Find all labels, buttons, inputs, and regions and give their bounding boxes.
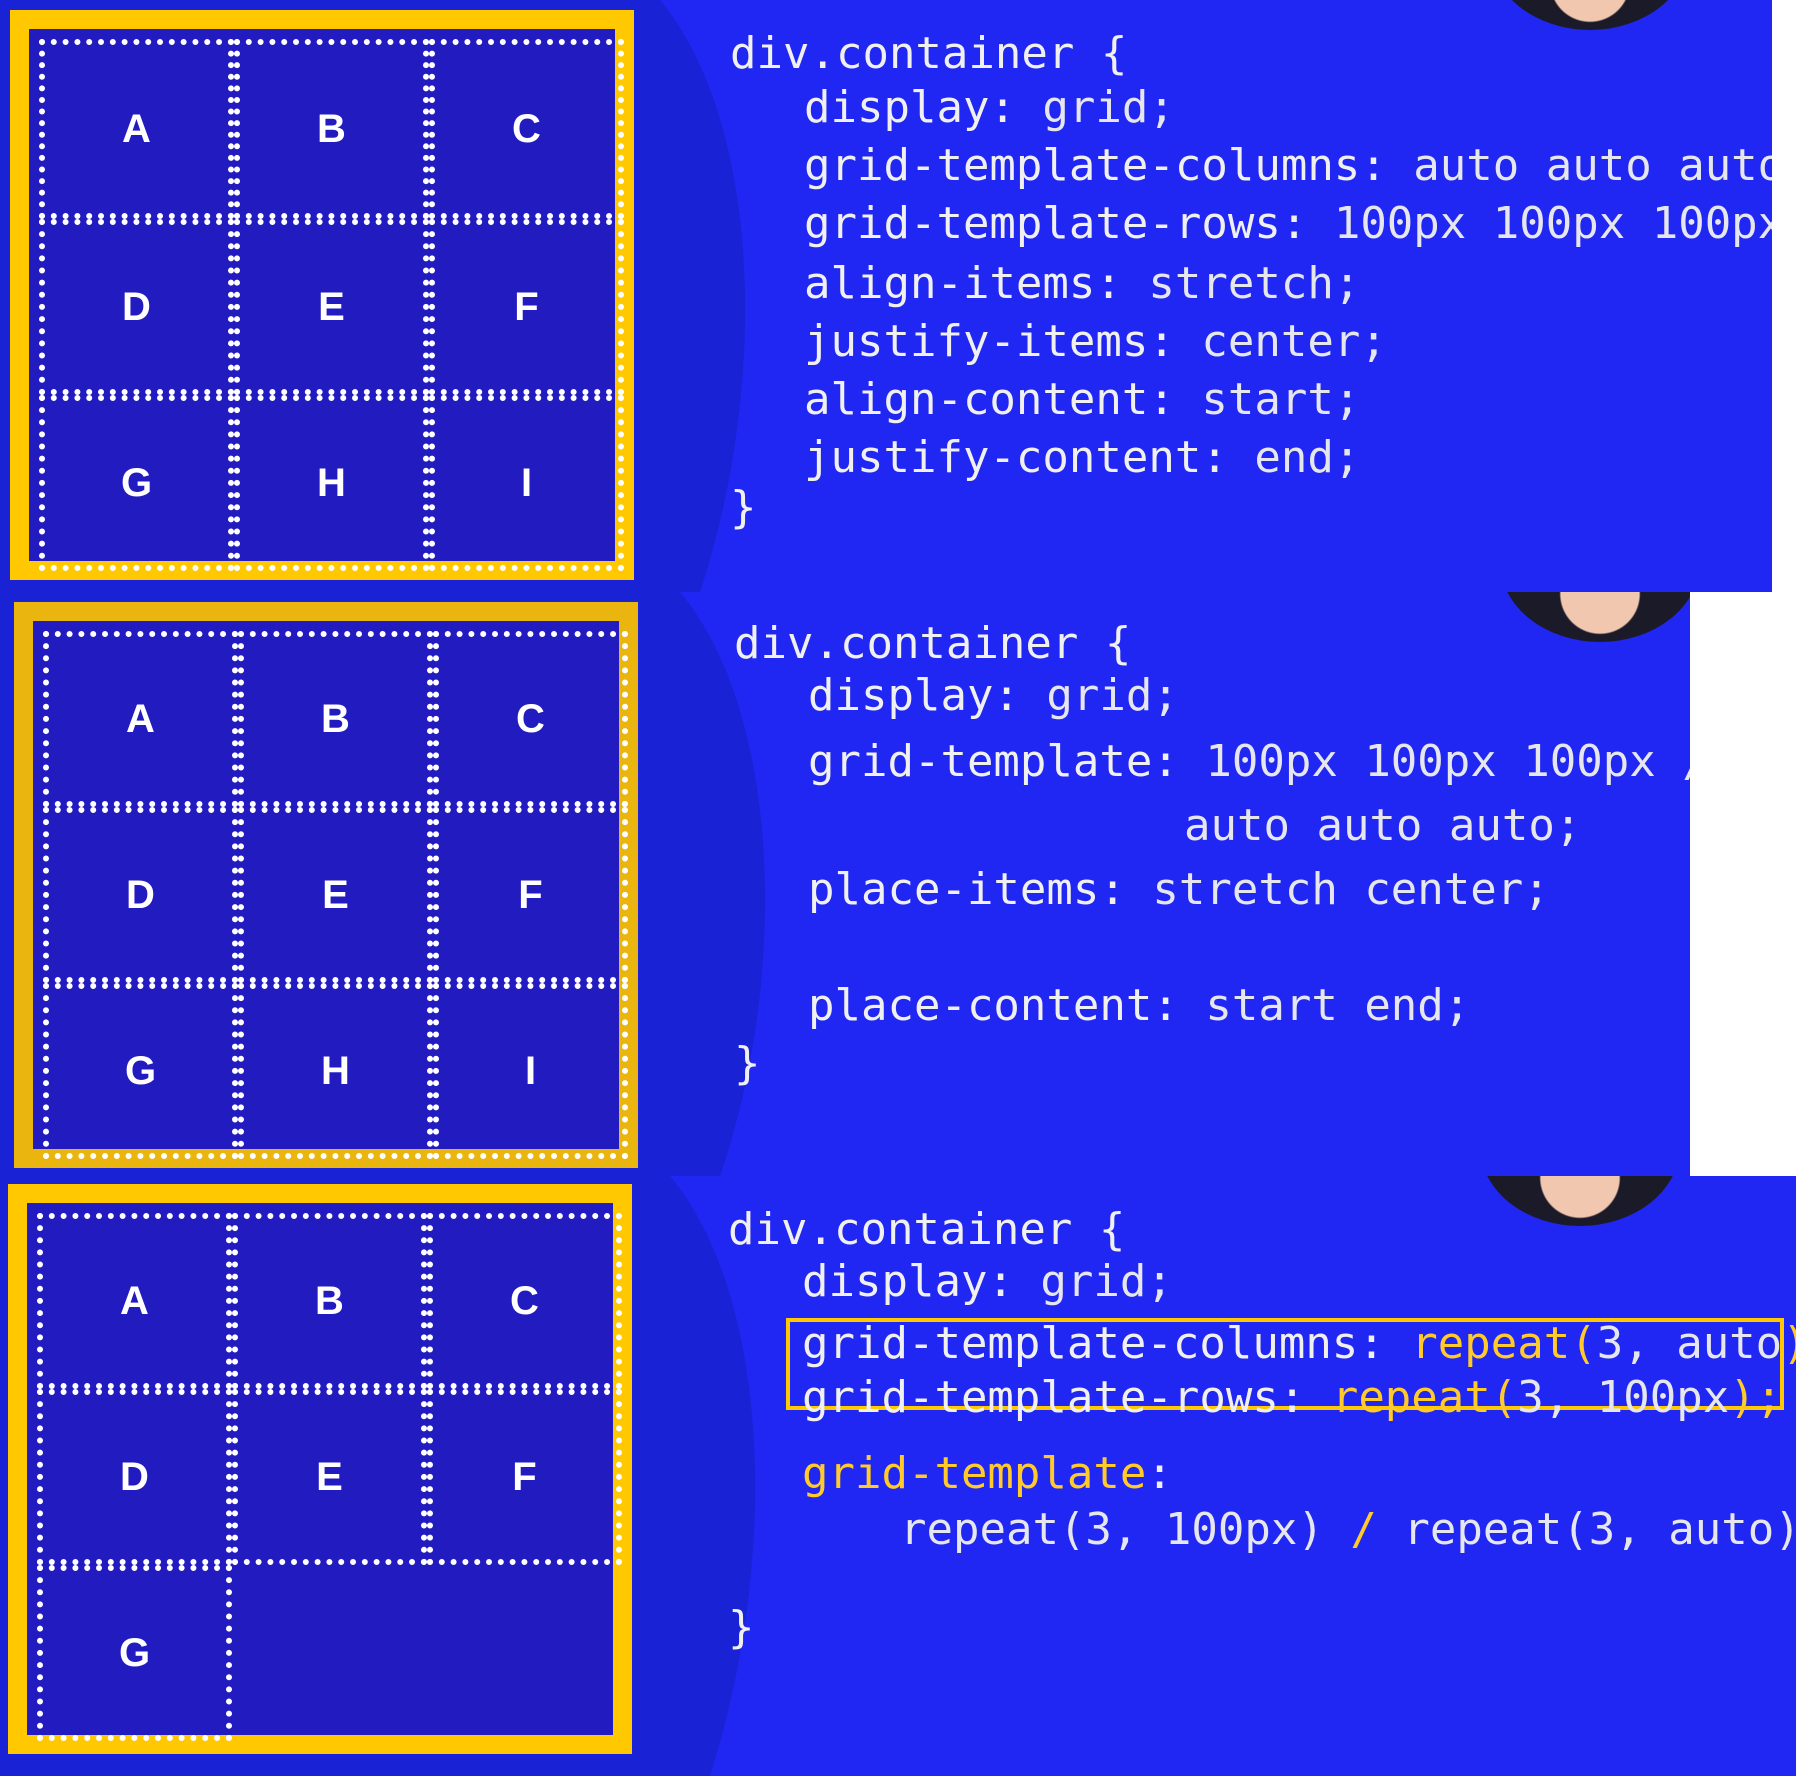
code-selector: div.container { xyxy=(728,1204,1126,1255)
grid-container-frame: A B C D E F G H I xyxy=(10,10,634,580)
code-line-display: display: grid; xyxy=(804,82,1175,133)
code-close-brace: } xyxy=(728,1602,755,1653)
grid-cell-g: G xyxy=(43,983,238,1159)
grid-cell-i: I xyxy=(433,983,628,1159)
grid-cell-a: A xyxy=(43,631,238,807)
slide-panel-3: A B C D E F G div.container { display: g… xyxy=(0,1176,1796,1776)
grid-cell-c: C xyxy=(429,39,624,219)
code-line-justify-content: justify-content: end; xyxy=(804,432,1361,483)
grid-cell-d: D xyxy=(37,1389,232,1565)
grid-cell-a: A xyxy=(37,1213,232,1389)
grid-cell-e: E xyxy=(238,807,433,983)
slide-panel-2: A B C D E F G H I div.container { displa… xyxy=(0,592,1690,1176)
grid-cell-d: D xyxy=(43,807,238,983)
code-line-display: display: grid; xyxy=(808,670,1179,721)
code-line-grid-template: grid-template: 100px 100px 100px / xyxy=(808,736,1690,787)
code-line-place-items: place-items: stretch center; xyxy=(808,864,1550,915)
slide-panel-1: A B C D E F G H I div.container { displa… xyxy=(0,0,1772,592)
code-line-columns-repeat: grid-template-columns: repeat(3, auto); xyxy=(802,1318,1796,1369)
code-line-place-content: place-content: start end; xyxy=(808,980,1471,1031)
grid-cell-d: D xyxy=(39,219,234,395)
grid-cell-a: A xyxy=(39,39,234,219)
grid-cell-c: C xyxy=(427,1213,622,1389)
code-line-align-items: align-items: stretch; xyxy=(804,258,1361,309)
code-line-grid-template-value: repeat(3, 100px) / repeat(3, auto); xyxy=(900,1504,1796,1555)
code-selector: div.container { xyxy=(730,28,1128,79)
grid-cell-h: H xyxy=(234,395,429,571)
grid-cell-c: C xyxy=(433,631,628,807)
css-code-block: div.container { display: grid; grid-temp… xyxy=(734,618,1690,1089)
code-selector: div.container { xyxy=(734,618,1132,669)
grid-cell-b: B xyxy=(234,39,429,219)
code-line-grid-template: grid-template: xyxy=(802,1448,1173,1499)
code-line-grid-template-cont: auto auto auto; xyxy=(1184,800,1582,851)
code-close-brace: } xyxy=(730,482,757,533)
code-line-align-content: align-content: start; xyxy=(804,374,1361,425)
css-code-block: div.container { display: grid; grid-temp… xyxy=(728,1204,1796,1663)
grid-container-frame: A B C D E F G H I xyxy=(14,602,638,1168)
grid-cell-g: G xyxy=(37,1565,232,1741)
grid-cell-f: F xyxy=(433,807,628,983)
code-line-rows-repeat: grid-template-rows: repeat(3, 100px); xyxy=(802,1372,1783,1423)
grid-cell-e: E xyxy=(234,219,429,395)
grid-cell-h: H xyxy=(238,983,433,1159)
code-line-columns: grid-template-columns: auto auto auto; xyxy=(804,140,1772,191)
code-close-brace: } xyxy=(734,1038,761,1089)
code-line-justify-items: justify-items: center; xyxy=(804,316,1387,367)
grid-cell-i: I xyxy=(429,395,624,571)
grid-cell-f: F xyxy=(427,1389,622,1565)
grid-cell-b: B xyxy=(238,631,433,807)
code-line-rows: grid-template-rows: 100px 100px 100px; xyxy=(804,198,1772,249)
grid-cell-e: E xyxy=(232,1389,427,1565)
grid-cell-g: G xyxy=(39,395,234,571)
grid-container-frame: A B C D E F G xyxy=(8,1184,632,1754)
grid-cell-f: F xyxy=(429,219,624,395)
code-line-display: display: grid; xyxy=(802,1256,1173,1307)
css-code-block: div.container { display: grid; grid-temp… xyxy=(730,28,1772,589)
grid-cell-b: B xyxy=(232,1213,427,1389)
